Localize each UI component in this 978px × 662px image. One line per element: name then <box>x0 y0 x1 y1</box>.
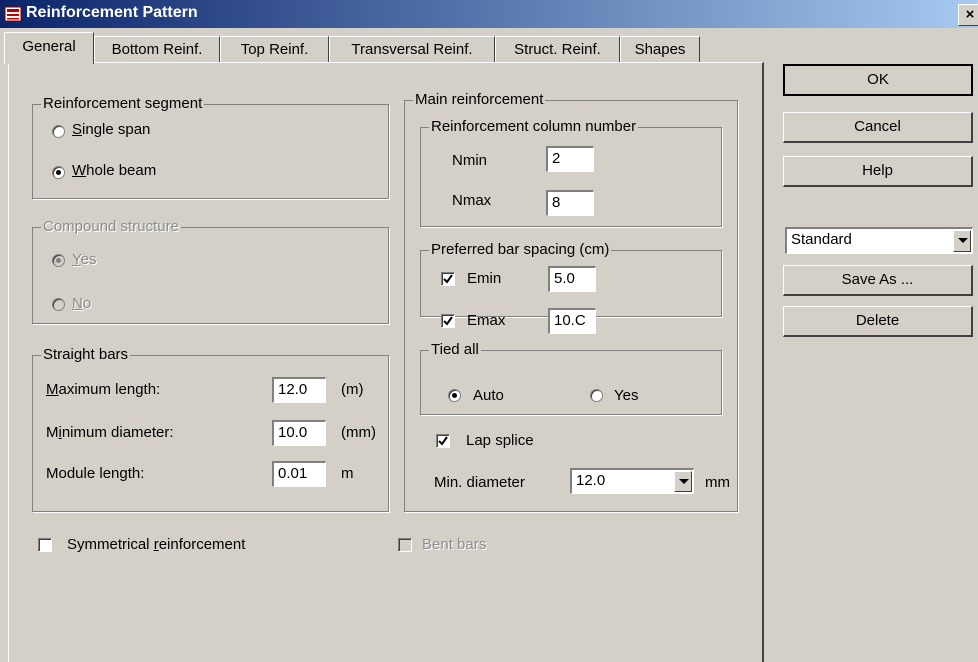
minimum-diameter-input[interactable]: 10.0 <box>272 420 326 446</box>
tied-auto-label[interactable]: Auto <box>473 387 504 404</box>
group-legend: Straight bars <box>41 346 131 363</box>
min-diameter-unit: mm <box>705 474 730 491</box>
help-button[interactable]: Help <box>783 156 973 187</box>
save-as-button[interactable]: Save As ... <box>783 265 973 296</box>
whole-beam-radio[interactable] <box>52 166 65 179</box>
tab-bottom-reinf[interactable]: Bottom Reinf. <box>94 36 220 62</box>
compound-yes-label[interactable]: Yes <box>72 251 96 268</box>
reinforcement-segment-group: Reinforcement segment <box>32 95 389 199</box>
preset-value: Standard <box>791 231 852 248</box>
bent-bars-label[interactable]: Bent bars <box>422 536 486 553</box>
group-legend: Preferred bar spacing (cm) <box>429 241 612 258</box>
tab-struct-reinf[interactable]: Struct. Reinf. <box>495 36 620 62</box>
whole-beam-label[interactable]: Whole beam <box>72 162 156 179</box>
maximum-length-unit: (m) <box>341 381 364 398</box>
nmax-input[interactable]: 8 <box>546 190 594 216</box>
group-legend: Compound structure <box>41 218 181 235</box>
cancel-button[interactable]: Cancel <box>783 112 973 143</box>
title-bar[interactable]: Reinforcement Pattern × <box>0 0 978 28</box>
tab-shapes[interactable]: Shapes <box>620 36 700 62</box>
tab-general[interactable]: General <box>4 32 94 64</box>
tied-yes-label[interactable]: Yes <box>614 387 638 404</box>
min-diameter-label: Min. diameter <box>434 474 525 491</box>
min-diameter-value: 12.0 <box>576 472 606 489</box>
emin-checkbox[interactable] <box>441 272 455 286</box>
tied-auto-radio[interactable] <box>448 389 461 402</box>
group-legend: Main reinforcement <box>413 91 546 108</box>
delete-button[interactable]: Delete <box>783 306 973 337</box>
group-legend: Reinforcement column number <box>429 118 639 135</box>
module-length-unit: m <box>341 465 354 482</box>
maximum-length-label: Maximum length: <box>46 381 161 398</box>
symmetrical-reinforcement-label[interactable]: Symmetrical reinforcement <box>67 536 245 553</box>
nmax-label: Nmax <box>452 192 492 209</box>
minimum-diameter-label: Minimum diameter: <box>46 424 174 441</box>
bent-bars-checkbox[interactable] <box>398 538 412 552</box>
module-length-label: Module length: <box>46 465 145 482</box>
min-diameter-select[interactable]: 12.0 <box>570 468 694 494</box>
nmin-label: Nmin <box>452 152 488 169</box>
module-length-input[interactable]: 0.01 <box>272 461 326 487</box>
single-span-radio[interactable] <box>52 125 65 138</box>
ok-button[interactable]: OK <box>783 64 973 96</box>
dialog-window: Reinforcement Pattern × General Bottom R… <box>0 0 978 662</box>
chevron-down-icon[interactable] <box>674 471 692 492</box>
emax-checkbox[interactable] <box>441 314 455 328</box>
emin-input[interactable]: 5.0 <box>548 266 596 292</box>
symmetrical-reinforcement-checkbox[interactable] <box>38 538 52 552</box>
lap-splice-label[interactable]: Lap splice <box>466 432 534 449</box>
tied-all-group: Tied all <box>420 341 722 415</box>
emin-label: Emin <box>467 270 502 287</box>
tab-top-reinf[interactable]: Top Reinf. <box>220 36 329 62</box>
group-legend: Reinforcement segment <box>41 95 205 112</box>
maximum-length-input[interactable]: 12.0 <box>272 377 326 403</box>
compound-no-radio[interactable] <box>52 298 65 311</box>
window-title: Reinforcement Pattern <box>26 4 198 21</box>
close-button[interactable]: × <box>958 4 978 26</box>
group-legend: Tied all <box>429 341 481 358</box>
compound-yes-radio[interactable] <box>52 254 65 267</box>
preset-select[interactable]: Standard <box>785 227 973 254</box>
tied-yes-radio[interactable] <box>590 389 603 402</box>
tab-transversal-reinf[interactable]: Transversal Reinf. <box>329 36 495 62</box>
lap-splice-checkbox[interactable] <box>436 434 450 448</box>
nmin-input[interactable]: 2 <box>546 146 594 172</box>
minimum-diameter-unit: (mm) <box>341 424 376 441</box>
emax-input[interactable]: 10.C <box>548 308 596 334</box>
app-icon <box>4 5 22 23</box>
chevron-down-icon[interactable] <box>953 230 971 252</box>
emax-label: Emax <box>467 312 506 329</box>
compound-no-label[interactable]: No <box>72 295 91 312</box>
single-span-label[interactable]: Single span <box>72 121 150 138</box>
